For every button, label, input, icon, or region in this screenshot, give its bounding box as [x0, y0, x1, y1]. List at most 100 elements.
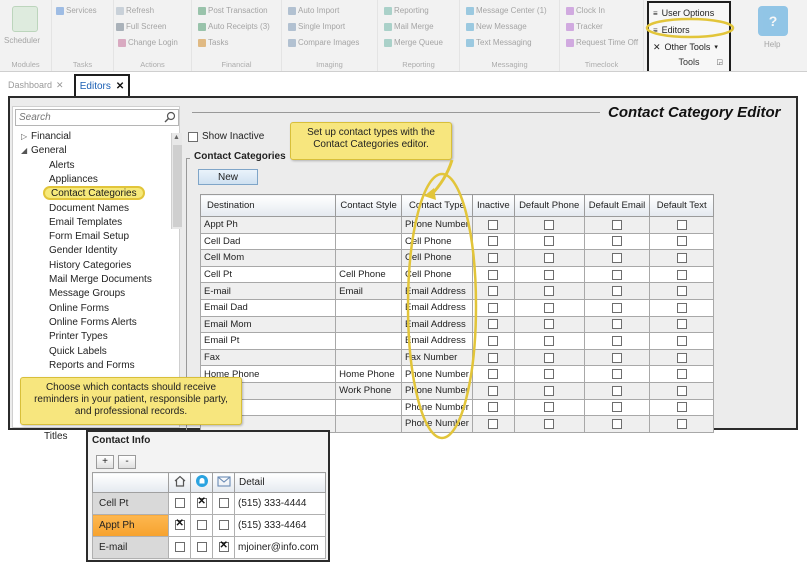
- default-email-checkbox[interactable]: [612, 385, 622, 396]
- user-options-button[interactable]: ≡ User Options: [653, 6, 714, 20]
- inactive-checkbox[interactable]: [488, 286, 499, 297]
- ribbon-item-change-login[interactable]: Change Login: [118, 36, 178, 49]
- email-checkbox[interactable]: [218, 520, 229, 531]
- cell-contact-type[interactable]: Email Address: [401, 282, 473, 300]
- home-checkbox[interactable]: [174, 498, 185, 509]
- contact-detail[interactable]: (515) 333-4444: [234, 492, 326, 515]
- inactive-checkbox[interactable]: [488, 319, 499, 330]
- table-row[interactable]: Phone Number: [199, 398, 714, 417]
- ribbon-item[interactable]: Reporting: [384, 4, 429, 17]
- table-row[interactable]: Appt Ph Phone Number: [199, 216, 714, 234]
- default-text-checkbox[interactable]: [676, 236, 687, 247]
- tree-item-document-names[interactable]: Document Names: [49, 203, 129, 217]
- column-header-inactive[interactable]: Inactive: [471, 194, 515, 217]
- default-text-checkbox[interactable]: [676, 219, 687, 230]
- cell-contact-type[interactable]: Cell Phone: [401, 232, 473, 251]
- new-button[interactable]: New: [198, 169, 258, 185]
- sidebar-scrollbar[interactable]: ▲: [171, 133, 182, 229]
- column-header-default-text[interactable]: Default Text: [649, 194, 714, 217]
- add-contact-button[interactable]: +: [96, 455, 114, 469]
- inactive-checkbox[interactable]: [488, 302, 499, 313]
- default-email-checkbox[interactable]: [612, 319, 622, 330]
- table-row[interactable]: Home Phone Home Phone Phone Number: [199, 365, 714, 383]
- tree-item-reports-and-forms[interactable]: Reports and Forms: [49, 360, 135, 374]
- default-email-checkbox[interactable]: [612, 252, 622, 263]
- inactive-checkbox[interactable]: [488, 269, 499, 280]
- table-row[interactable]: Fax Fax Number: [199, 348, 714, 367]
- cell-contact-type[interactable]: Fax Number: [401, 348, 473, 367]
- cell-contact-style[interactable]: Work Phone: [335, 381, 402, 400]
- cell-contact-style[interactable]: [335, 315, 402, 334]
- editors-button[interactable]: ≡ Editors: [653, 23, 690, 37]
- default-phone-checkbox[interactable]: [544, 385, 555, 396]
- email-checkbox[interactable]: [218, 498, 229, 509]
- table-row[interactable]: Cell Dad Cell Phone: [199, 232, 714, 251]
- default-phone-checkbox[interactable]: [544, 302, 555, 313]
- ribbon-item[interactable]: Clock In: [566, 4, 605, 17]
- cell-destination[interactable]: E-mail: [199, 282, 337, 300]
- reminder-checkbox[interactable]: [196, 520, 207, 531]
- inactive-checkbox[interactable]: [488, 369, 499, 380]
- cell-destination[interactable]: Appt Ph: [199, 216, 337, 234]
- home-checkbox[interactable]: [174, 518, 185, 531]
- search-input[interactable]: Search: [15, 109, 179, 126]
- email-checkbox[interactable]: [218, 540, 229, 553]
- tree-item-form-email-setup[interactable]: Form Email Setup: [49, 231, 129, 245]
- default-text-checkbox[interactable]: [676, 302, 687, 313]
- default-phone-checkbox[interactable]: [544, 352, 555, 363]
- search-icon[interactable]: [164, 111, 176, 123]
- ribbon-item[interactable]: Request Time Off: [566, 36, 638, 49]
- dialog-launcher-icon[interactable]: ◲: [716, 58, 723, 66]
- default-email-checkbox[interactable]: [612, 369, 622, 380]
- cell-contact-style[interactable]: Cell Phone: [335, 265, 402, 284]
- ribbon-item[interactable]: Mail Merge: [384, 20, 434, 33]
- default-email-checkbox[interactable]: [612, 302, 622, 313]
- ribbon-item[interactable]: Message Center (1): [466, 4, 547, 17]
- tree-item-contact-categories[interactable]: Contact Categories: [43, 186, 145, 200]
- cell-contact-type[interactable]: Cell Phone: [401, 249, 473, 267]
- default-text-checkbox[interactable]: [676, 369, 687, 380]
- table-row[interactable]: Cell Mom Cell Phone: [199, 249, 714, 267]
- default-text-checkbox[interactable]: [676, 252, 687, 263]
- ribbon-item[interactable]: Text Messaging: [466, 36, 532, 49]
- default-text-checkbox[interactable]: [676, 352, 687, 363]
- contact-row[interactable]: Appt Ph (515) 333-4464: [92, 514, 326, 537]
- table-row[interactable]: Email Dad Email Address: [199, 298, 714, 317]
- default-email-checkbox[interactable]: [612, 418, 622, 429]
- other-tools-button[interactable]: ✕ Other Tools ▾: [653, 40, 718, 54]
- tree-item-mail-merge-documents[interactable]: Mail Merge Documents: [49, 274, 152, 288]
- scheduler-icon[interactable]: [12, 6, 38, 32]
- default-email-checkbox[interactable]: [612, 335, 622, 346]
- default-email-checkbox[interactable]: [612, 286, 622, 297]
- contact-row-label[interactable]: Cell Pt: [92, 492, 169, 515]
- cell-contact-style[interactable]: [335, 332, 402, 350]
- contact-row[interactable]: Cell Pt (515) 333-4444: [92, 492, 326, 515]
- contact-detail[interactable]: (515) 333-4464: [234, 514, 326, 537]
- default-email-checkbox[interactable]: [612, 352, 622, 363]
- cell-contact-type[interactable]: Phone Number: [401, 216, 473, 234]
- table-row[interactable]: Email Mom Email Address: [199, 315, 714, 334]
- default-phone-checkbox[interactable]: [544, 369, 555, 380]
- tree-item-email-templates[interactable]: Email Templates: [49, 217, 122, 231]
- tree-item-financial[interactable]: ▷ Financial: [21, 131, 71, 145]
- default-text-checkbox[interactable]: [676, 418, 687, 429]
- home-checkbox[interactable]: [174, 542, 185, 553]
- cell-destination[interactable]: Cell Pt: [199, 265, 337, 284]
- cell-destination[interactable]: Email Dad: [199, 298, 337, 317]
- default-text-checkbox[interactable]: [676, 269, 687, 280]
- cell-contact-type[interactable]: Phone Number: [401, 415, 473, 433]
- table-row[interactable]: Cell Pt Cell Phone Cell Phone: [199, 265, 714, 284]
- tree-item-alerts[interactable]: Alerts: [49, 160, 75, 174]
- tab-editors[interactable]: Editors ✕: [74, 74, 130, 96]
- reminder-checkbox[interactable]: [196, 542, 207, 553]
- cell-contact-style[interactable]: Email: [335, 282, 402, 300]
- scrollbar-thumb[interactable]: [173, 145, 182, 227]
- cell-contact-type[interactable]: Cell Phone: [401, 265, 473, 284]
- cell-contact-type[interactable]: Email Address: [401, 298, 473, 317]
- cell-destination[interactable]: Email Mom: [199, 315, 337, 334]
- default-phone-checkbox[interactable]: [544, 269, 555, 280]
- default-text-checkbox[interactable]: [676, 385, 687, 396]
- cell-contact-style[interactable]: Home Phone: [335, 365, 402, 383]
- cell-contact-style[interactable]: [335, 216, 402, 234]
- table-row[interactable]: Email Pt Email Address: [199, 332, 714, 350]
